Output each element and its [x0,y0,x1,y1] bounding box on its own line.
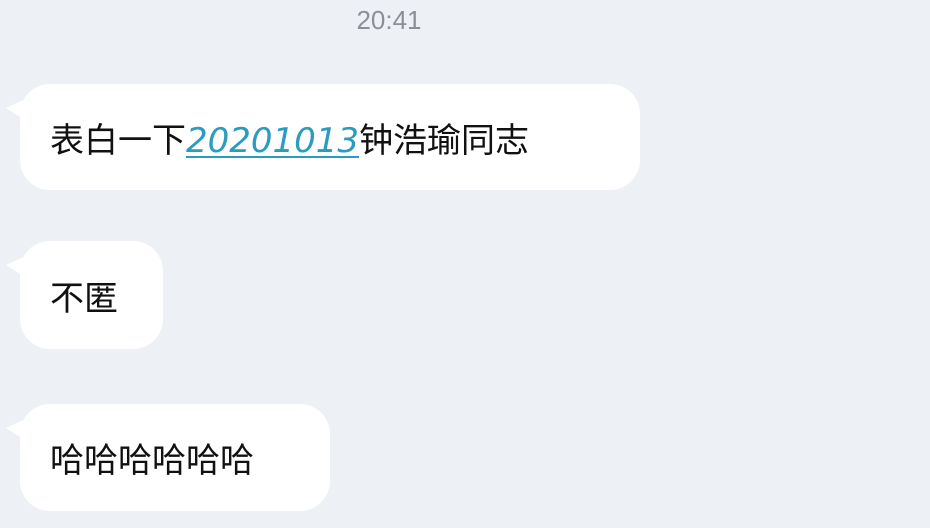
message-text-suffix: 钟浩瑜同志 [359,120,530,161]
message-bubble[interactable]: 哈哈哈哈哈哈 [6,404,330,511]
message-timestamp: 20:41 [356,5,422,35]
message-bubble[interactable]: 不匿 [6,241,163,349]
message-text: 哈哈哈哈哈哈 [50,441,254,481]
bubble-tail [6,255,28,279]
message-text-prefix: 表白一下 [50,120,186,161]
bubble-tail [6,98,28,122]
message-text: 表白一下20201013钟浩瑜同志 [50,113,529,162]
bubble-tail [6,418,28,442]
date-link[interactable]: 20201013 [186,121,359,161]
message-bubble[interactable]: 表白一下20201013钟浩瑜同志 [6,84,640,190]
message-text: 不匿 [50,278,118,319]
